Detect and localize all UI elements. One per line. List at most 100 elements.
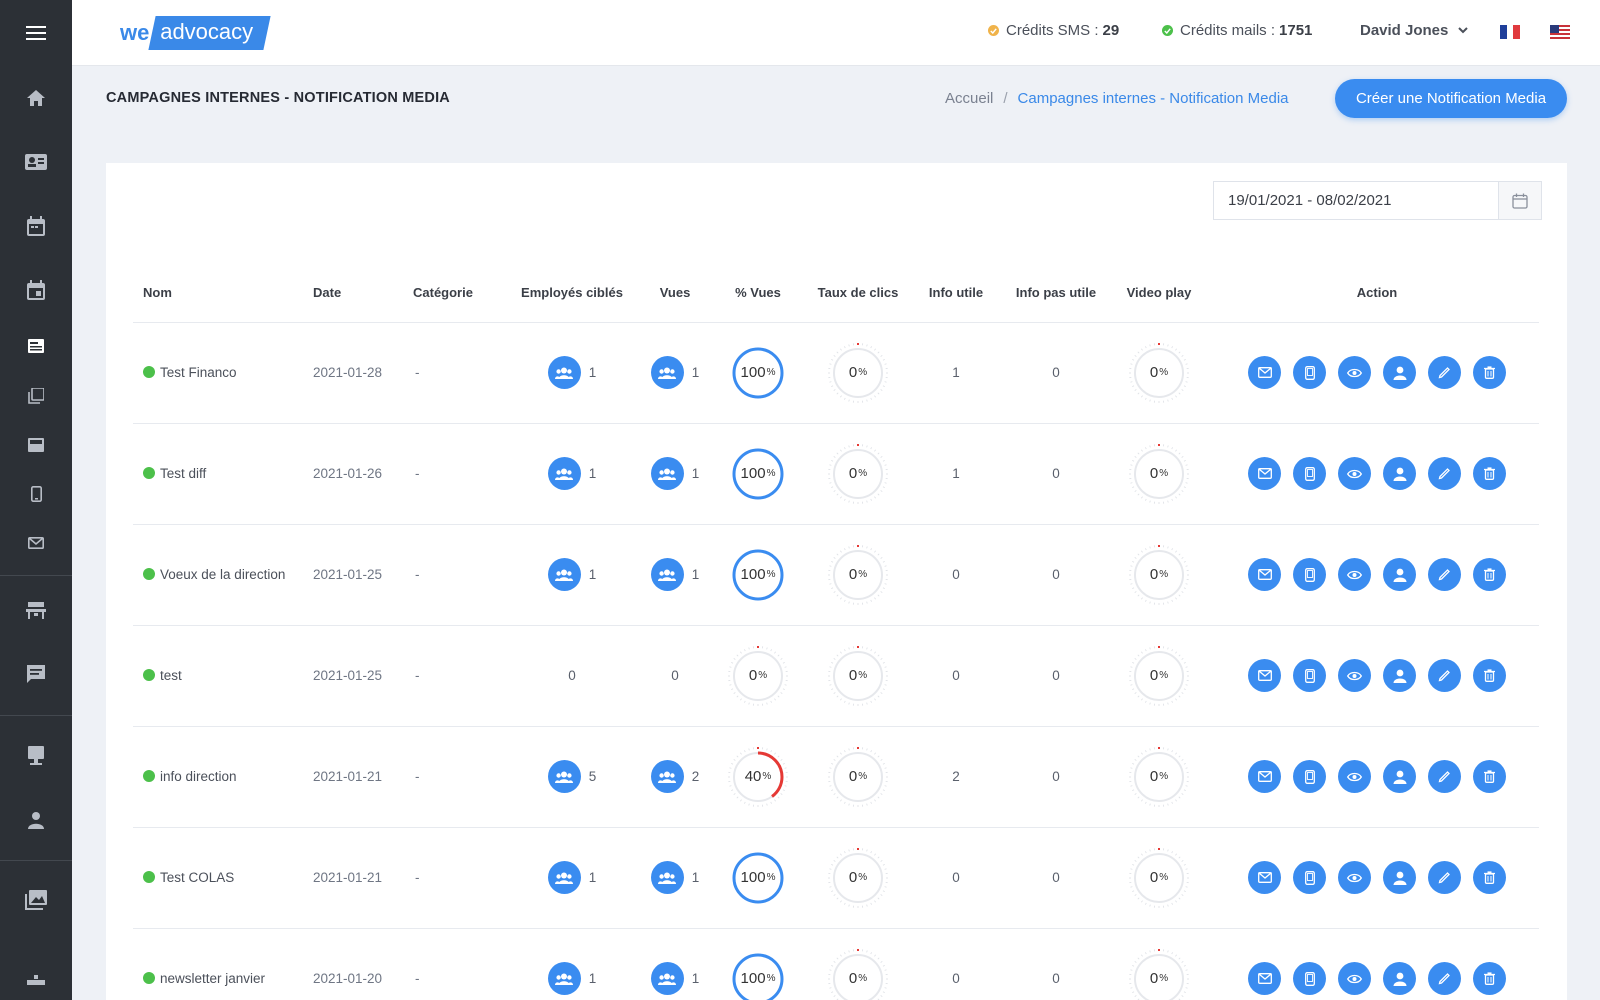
sidebar-item-news[interactable] [0, 326, 72, 366]
trash-action-button[interactable] [1473, 558, 1506, 591]
trash-action-button[interactable] [1473, 356, 1506, 389]
mobile-action-button[interactable] [1293, 659, 1326, 692]
column-header-video-play[interactable]: Video play [1103, 263, 1215, 323]
mobile-action-button[interactable] [1293, 457, 1326, 490]
mobile-action-button[interactable] [1293, 760, 1326, 793]
sidebar-item-calendar[interactable] [0, 206, 72, 246]
trash-action-button[interactable] [1473, 760, 1506, 793]
group-icon[interactable] [547, 962, 581, 995]
sidebar-item-more[interactable] [0, 960, 72, 1000]
cell-name[interactable]: info direction [133, 726, 313, 828]
pencil-action-button[interactable] [1428, 356, 1461, 389]
mail-action-button[interactable] [1248, 760, 1281, 793]
trash-action-button[interactable] [1473, 962, 1506, 995]
sidebar-item-contacts[interactable] [0, 142, 72, 182]
column-header-useful[interactable]: Info utile [903, 263, 1009, 323]
column-header-category[interactable]: Catégorie [413, 263, 497, 323]
pencil-action-button[interactable] [1428, 558, 1461, 591]
user-action-button[interactable] [1383, 356, 1416, 389]
cell-name[interactable]: Test Financo [133, 322, 313, 424]
mail-action-button[interactable] [1248, 356, 1281, 389]
user-action-button[interactable] [1383, 760, 1416, 793]
cell-name[interactable]: Test diff [133, 423, 313, 525]
user-action-button[interactable] [1383, 962, 1416, 995]
eye-action-button[interactable] [1338, 760, 1371, 793]
group-icon[interactable] [547, 760, 581, 793]
cell-name[interactable]: Test COLAS [133, 827, 313, 929]
group-icon[interactable] [547, 356, 581, 389]
mail-action-button[interactable] [1248, 861, 1281, 894]
sidebar-item-users[interactable] [0, 800, 72, 840]
trash-action-button[interactable] [1473, 659, 1506, 692]
column-header-date[interactable]: Date [313, 263, 413, 323]
pencil-action-button[interactable] [1428, 760, 1461, 793]
flag-us-icon[interactable] [1550, 25, 1570, 39]
mobile-action-button[interactable] [1293, 356, 1326, 389]
eye-action-button[interactable] [1338, 861, 1371, 894]
status-dot [143, 366, 155, 378]
group-icon[interactable] [547, 457, 581, 490]
mobile-action-button[interactable] [1293, 962, 1326, 995]
date-range-input[interactable] [1214, 182, 1498, 219]
group-icon[interactable] [547, 558, 581, 591]
user-menu[interactable]: David Jones [1360, 22, 1469, 39]
group-icon[interactable] [650, 356, 684, 389]
eye-action-button[interactable] [1338, 356, 1371, 389]
eye-action-button[interactable] [1338, 558, 1371, 591]
pencil-action-button[interactable] [1428, 861, 1461, 894]
column-header-not-useful[interactable]: Info pas utile [1009, 263, 1103, 323]
create-notification-button[interactable]: Créer une Notification Media [1335, 79, 1567, 118]
sidebar-item-media[interactable] [0, 425, 72, 465]
flag-fr-icon[interactable] [1500, 25, 1521, 39]
column-header-click-rate[interactable]: Taux de clics [813, 263, 903, 323]
cell-name[interactable]: newsletter janvier [133, 928, 313, 1000]
pencil-action-button[interactable] [1428, 962, 1461, 995]
eye-action-button[interactable] [1338, 659, 1371, 692]
trash-action-button[interactable] [1473, 457, 1506, 490]
group-icon[interactable] [650, 861, 684, 894]
column-header-name[interactable]: Nom [133, 263, 313, 323]
percent-sign: % [1159, 872, 1169, 883]
group-icon[interactable] [650, 962, 684, 995]
group-icon[interactable] [650, 558, 684, 591]
sidebar-item-mail[interactable] [0, 523, 72, 563]
mobile-action-button[interactable] [1293, 558, 1326, 591]
sidebar-item-gallery[interactable] [0, 880, 72, 920]
sidebar-item-chat[interactable] [0, 654, 72, 694]
logo[interactable]: we advocacy [120, 14, 271, 52]
pencil-action-button[interactable] [1428, 659, 1461, 692]
mobile-action-button[interactable] [1293, 861, 1326, 894]
column-header-views[interactable]: Vues [647, 263, 703, 323]
sidebar-item-documents[interactable] [0, 376, 72, 416]
eye-action-button[interactable] [1338, 457, 1371, 490]
cell-name[interactable]: Voeux de la direction [133, 524, 313, 626]
trash-action-button[interactable] [1473, 861, 1506, 894]
sidebar-item-workstation[interactable] [0, 590, 72, 630]
mail-action-button[interactable] [1248, 659, 1281, 692]
pencil-action-button[interactable] [1428, 457, 1461, 490]
sidebar-item-events[interactable] [0, 270, 72, 310]
eye-action-button[interactable] [1338, 962, 1371, 995]
date-range-picker[interactable] [1213, 181, 1542, 220]
group-icon[interactable] [650, 457, 684, 490]
user-action-button[interactable] [1383, 558, 1416, 591]
user-action-button[interactable] [1383, 861, 1416, 894]
mail-action-button[interactable] [1248, 457, 1281, 490]
user-action-button[interactable] [1383, 457, 1416, 490]
user-action-button[interactable] [1383, 659, 1416, 692]
mail-action-button[interactable] [1248, 558, 1281, 591]
breadcrumb-home[interactable]: Accueil [945, 90, 993, 107]
column-header-views-percent[interactable]: % Vues [703, 263, 813, 323]
breadcrumb-current[interactable]: Campagnes internes - Notification Media [1018, 90, 1289, 107]
cell-name[interactable]: test [133, 625, 313, 727]
sidebar-item-desktop[interactable] [0, 736, 72, 776]
column-header-targeted-employees[interactable]: Employés ciblés [497, 263, 647, 323]
calendar-button[interactable] [1498, 182, 1541, 219]
group-icon[interactable] [547, 861, 581, 894]
mail-action-button[interactable] [1248, 962, 1281, 995]
menu-toggle[interactable] [0, 0, 72, 66]
sidebar-item-home[interactable] [0, 78, 72, 118]
sidebar-item-mobile[interactable] [0, 474, 72, 514]
percent-sign: % [1159, 367, 1169, 378]
group-icon[interactable] [650, 760, 684, 793]
